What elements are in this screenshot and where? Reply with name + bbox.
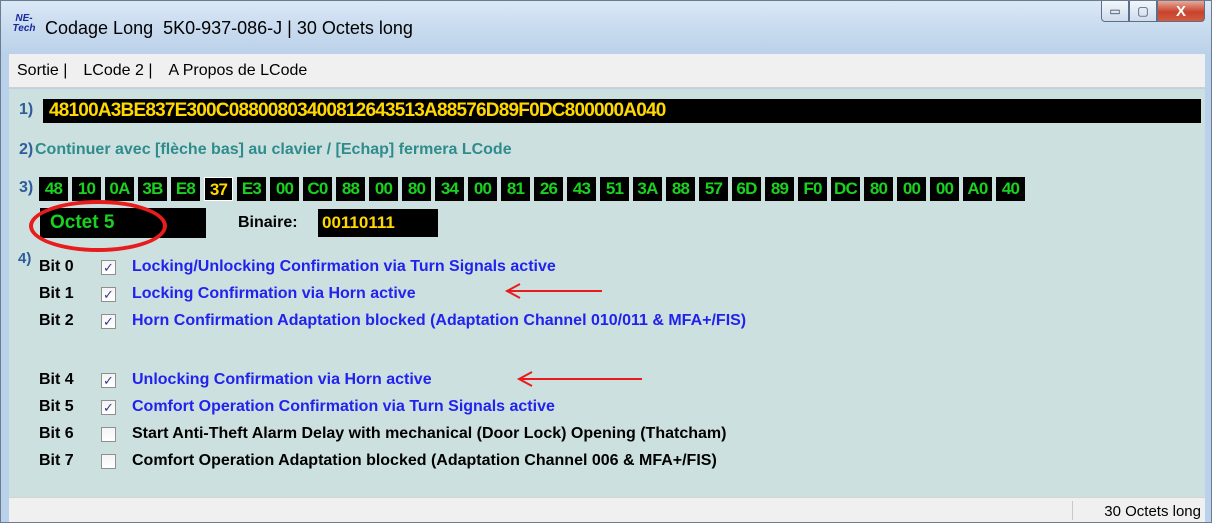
byte-cell[interactable]: 10 [72,177,101,201]
byte-cell[interactable]: 00 [930,177,959,201]
bit-row: Bit 2 ✓ Horn Confirmation Adaptation block… [39,308,746,334]
byte-cell[interactable]: 6D [732,177,761,201]
byte-cell[interactable]: 80 [402,177,431,201]
bit-row: Bit 7 Comfort Operation Adaptation blocke… [39,448,717,474]
bit-description[interactable]: Comfort Operation Adaptation blocked (Ad… [132,452,717,470]
bit-label: Bit 1 [39,285,74,302]
coding-string-field[interactable]: 48100A3BE837E300C08800803400812643513A88… [43,99,1201,123]
byte-cell[interactable]: 81 [501,177,530,201]
byte-cell[interactable]: 3B [138,177,167,201]
checkmark-icon: ✓ [103,399,114,415]
maximize-icon: ▢ [1137,4,1149,18]
bit-checkbox[interactable] [101,453,116,469]
bit-checkbox[interactable]: ✓ [101,313,116,329]
byte-selector: 48 10 0A 3B E8 37 E3 00 C0 88 00 80 34 00 81 26 43 51 3A 88… [39,177,1029,201]
checkmark-icon: ✓ [103,313,114,329]
arrow-icon [504,283,602,299]
byte-cell[interactable]: 00 [897,177,926,201]
menu-sortie[interactable]: Sortie | [9,62,75,80]
step-4-label: 4) [18,250,32,267]
bit-row: Bit 1 ✓ Locking Confirmation via Horn acti… [39,281,416,307]
step-3-label: 3) [19,179,34,196]
byte-cell[interactable]: 00 [270,177,299,201]
annotation-arrow [516,371,644,387]
bit-checkbox[interactable]: ✓ [101,286,116,302]
title-bar[interactable]: NE- Tech Codage Long 5K0-937-086-J | 30 … [1,1,1211,53]
bit-checkbox[interactable]: ✓ [101,259,116,275]
byte-cell[interactable]: 43 [567,177,596,201]
byte-cell[interactable]: 0A [105,177,134,201]
bit-description[interactable]: Horn Confirmation Adaptation blocked (Ad… [132,312,746,330]
main-panel: 1) 48100A3BE837E300C08800803400812643513… [9,89,1205,497]
bit-description[interactable]: Locking/Unlocking Confirmation via Turn … [132,258,556,276]
byte-cell[interactable]: F0 [798,177,827,201]
binaire-value: 00110111 [318,209,438,237]
byte-cell[interactable]: 89 [765,177,794,201]
byte-cell[interactable]: 57 [699,177,728,201]
bit-description[interactable]: Comfort Operation Confirmation via Turn … [132,398,555,416]
bit-description[interactable]: Start Anti-Theft Alarm Delay with mechan… [132,425,726,443]
byte-cell[interactable]: 80 [864,177,893,201]
bit-row: Bit 0 ✓ Locking/Unlocking Confirmation via… [39,254,556,280]
lcode-window: NE- Tech Codage Long 5K0-937-086-J | 30 … [0,0,1212,523]
close-icon: X [1175,2,1186,20]
bit-checkbox[interactable]: ✓ [101,372,116,388]
bit-row: Bit 6 Start Anti-Theft Alarm Delay with m… [39,421,726,447]
byte-cell[interactable]: 3A [633,177,662,201]
bit-label: Bit 0 [39,258,74,275]
byte-cell[interactable]: 26 [534,177,563,201]
byte-cell[interactable]: E3 [237,177,266,201]
bit-checkbox[interactable]: ✓ [101,399,116,415]
keyboard-hint: Continuer avec [flèche bas] au clavier /… [35,141,512,158]
menu-a-propos[interactable]: A Propos de LCode [161,62,316,80]
bit-description[interactable]: Unlocking Confirmation via Horn active [132,371,432,389]
minimize-button[interactable]: ▭ [1101,1,1129,22]
app-logo-icon: NE- Tech [10,14,38,40]
step-2-label: 2) [19,141,34,158]
arrow-icon [516,371,642,387]
annotation-arrow [504,283,604,299]
annotation-circle [29,200,167,252]
bit-row: Bit 5 ✓ Comfort Operation Confirmation via… [39,394,555,420]
byte-cell[interactable]: E8 [171,177,200,201]
bit-label: Bit 7 [39,452,74,469]
checkmark-icon: ✓ [103,286,114,302]
byte-cell[interactable]: 88 [336,177,365,201]
window-title: Codage Long 5K0-937-086-J | 30 Octets lo… [45,18,413,38]
status-bar: 30 Octets long [9,497,1205,522]
close-button[interactable]: X [1157,1,1205,22]
bit-description[interactable]: Locking Confirmation via Horn active [132,285,416,303]
step-1-label: 1) [19,101,34,118]
window-controls: ▭ ▢ X [1101,1,1205,22]
status-text: 30 Octets long [1104,503,1201,520]
byte-cell[interactable]: C0 [303,177,332,201]
logo-line-2: Tech [12,23,36,34]
bit-label: Bit 2 [39,312,74,329]
byte-cell[interactable]: A0 [963,177,992,201]
checkmark-icon: ✓ [103,372,114,388]
binaire-label: Binaire: [238,214,298,231]
byte-cell[interactable]: DC [831,177,860,201]
byte-cell[interactable]: 37 [204,177,233,201]
checkmark-icon: ✓ [103,259,114,275]
byte-cell[interactable]: 51 [600,177,629,201]
bit-checkbox[interactable] [101,426,116,442]
menu-bar: Sortie | LCode 2 | A Propos de LCode [9,54,1205,88]
byte-cell[interactable]: 48 [39,177,68,201]
menu-lcode2[interactable]: LCode 2 | [75,62,160,80]
maximize-button[interactable]: ▢ [1129,1,1157,22]
byte-cell[interactable]: 34 [435,177,464,201]
bit-label: Bit 5 [39,398,74,415]
byte-cell[interactable]: 00 [369,177,398,201]
bit-row: Bit 4 ✓ Unlocking Confirmation via Horn ac… [39,367,432,393]
status-divider [1072,501,1073,520]
byte-cell[interactable]: 00 [468,177,497,201]
byte-cell[interactable]: 88 [666,177,695,201]
byte-cell[interactable]: 40 [996,177,1025,201]
bit-label: Bit 4 [39,371,74,388]
minimize-icon: ▭ [1109,4,1121,18]
bit-label: Bit 6 [39,425,74,442]
